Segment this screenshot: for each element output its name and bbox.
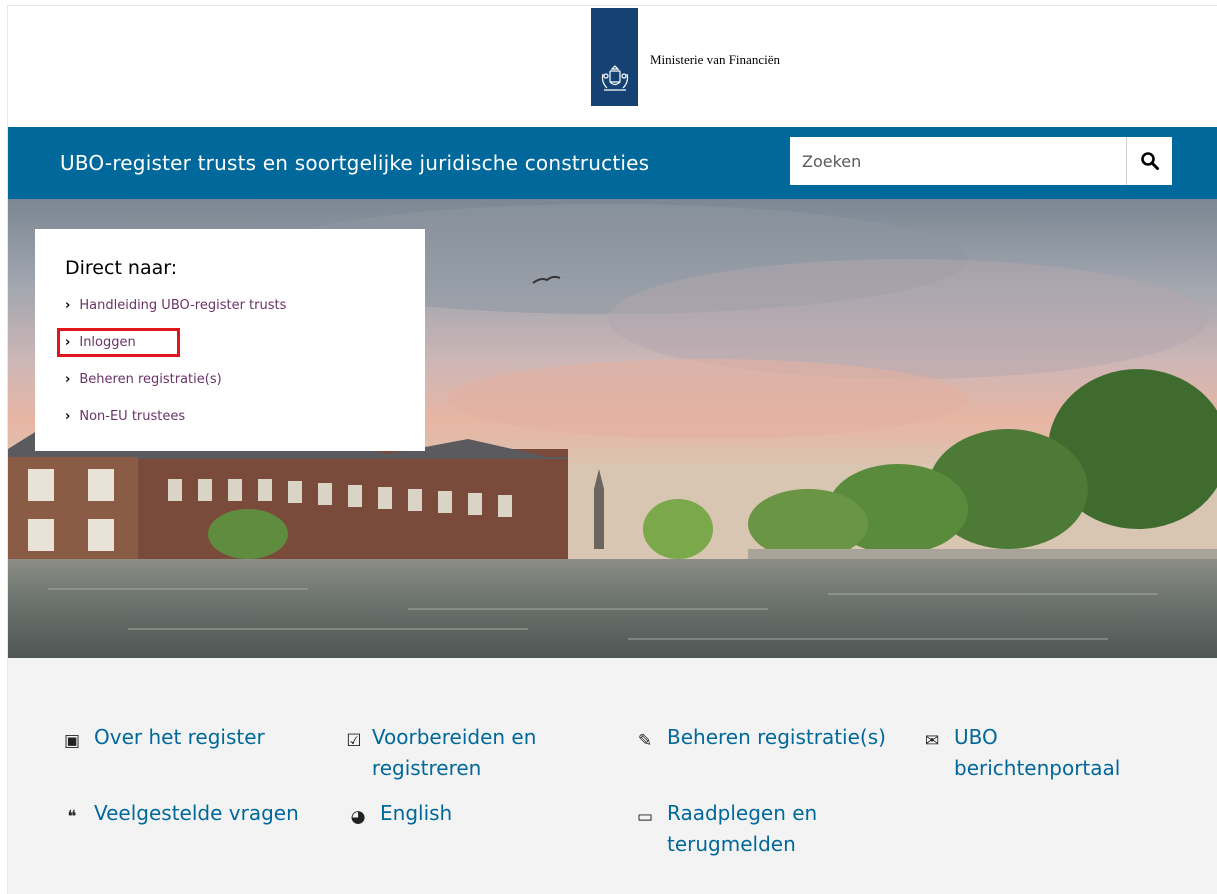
nav-english[interactable]: ◕ English xyxy=(345,798,545,833)
direct-link-non-eu-trustees[interactable]: › Non-EU trustees xyxy=(65,404,425,429)
nav-ubo-berichtenportaal[interactable]: ✉ UBO berichtenportaal xyxy=(919,722,1169,784)
direct-link-beheren[interactable]: › Beheren registratie(s) xyxy=(65,367,425,392)
nav-label: Voorbereiden en registreren xyxy=(371,725,537,780)
nav-label: Over het register xyxy=(94,725,265,749)
search-icon xyxy=(1140,152,1159,170)
direct-link-label: Non-EU trustees xyxy=(79,409,186,424)
direct-link-handleiding[interactable]: › Handleiding UBO-register trusts xyxy=(65,293,425,318)
coat-of-arms-icon xyxy=(601,64,628,91)
highlight-box xyxy=(57,328,180,357)
direct-naar-list: › Handleiding UBO-register trusts › Inlo… xyxy=(57,293,425,429)
edit-document-icon: ✎ xyxy=(637,731,653,751)
logo-ribbon xyxy=(591,7,638,106)
nav-voorbereiden-en-registreren[interactable]: ☑ Voorbereiden en registreren xyxy=(345,722,565,784)
chat-question-icon: ❝ xyxy=(67,807,77,827)
messages-icon: ✉ xyxy=(924,731,940,751)
nav-label: UBO berichtenportaal xyxy=(954,725,1121,780)
nav-raadplegen-en-terugmelden[interactable]: ▭ Raadplegen en terugmelden xyxy=(632,798,862,860)
direct-naar-title: Direct naar: xyxy=(65,257,178,279)
search-input[interactable] xyxy=(790,137,1126,185)
direct-link-label: Beheren registratie(s) xyxy=(79,372,222,387)
site-header-bar: UBO-register trusts en soortgelijke juri… xyxy=(8,127,1217,199)
book-icon: ▣ xyxy=(63,731,81,751)
monitor-icon: ▭ xyxy=(636,807,654,827)
page: Ministerie van Financiën UBO-register tr… xyxy=(7,5,1217,894)
globe-icon: ◕ xyxy=(350,807,366,827)
nav-label: Raadplegen en terugmelden xyxy=(667,801,818,856)
ministry-name: Ministerie van Financiën xyxy=(650,51,780,67)
direct-naar-panel: Direct naar: › Handleiding UBO-register … xyxy=(35,229,425,451)
nav-label: English xyxy=(380,801,453,825)
nav-veelgestelde-vragen[interactable]: ❝ Veelgestelde vragen xyxy=(59,798,319,833)
site-title[interactable]: UBO-register trusts en soortgelijke juri… xyxy=(60,151,649,175)
direct-link-label: Handleiding UBO-register trusts xyxy=(79,298,287,313)
search-form xyxy=(790,137,1172,185)
clipboard-icon: ☑ xyxy=(346,731,362,751)
nav-beheren-registraties[interactable]: ✎ Beheren registratie(s) xyxy=(632,722,922,757)
nav-label: Veelgestelde vragen xyxy=(94,801,299,825)
search-button[interactable] xyxy=(1126,137,1172,185)
chevron-right-icon: › xyxy=(65,372,71,387)
ministry-logo[interactable]: Ministerie van Financiën xyxy=(591,6,780,107)
nav-label: Beheren registratie(s) xyxy=(667,725,886,749)
chevron-right-icon: › xyxy=(65,409,71,424)
quick-navigation: ▣ Over het register ☑ Voorbereiden en re… xyxy=(8,658,1217,894)
direct-link-inloggen[interactable]: › Inloggen xyxy=(57,328,425,357)
chevron-right-icon: › xyxy=(65,298,71,313)
nav-over-het-register[interactable]: ▣ Over het register xyxy=(59,722,299,757)
